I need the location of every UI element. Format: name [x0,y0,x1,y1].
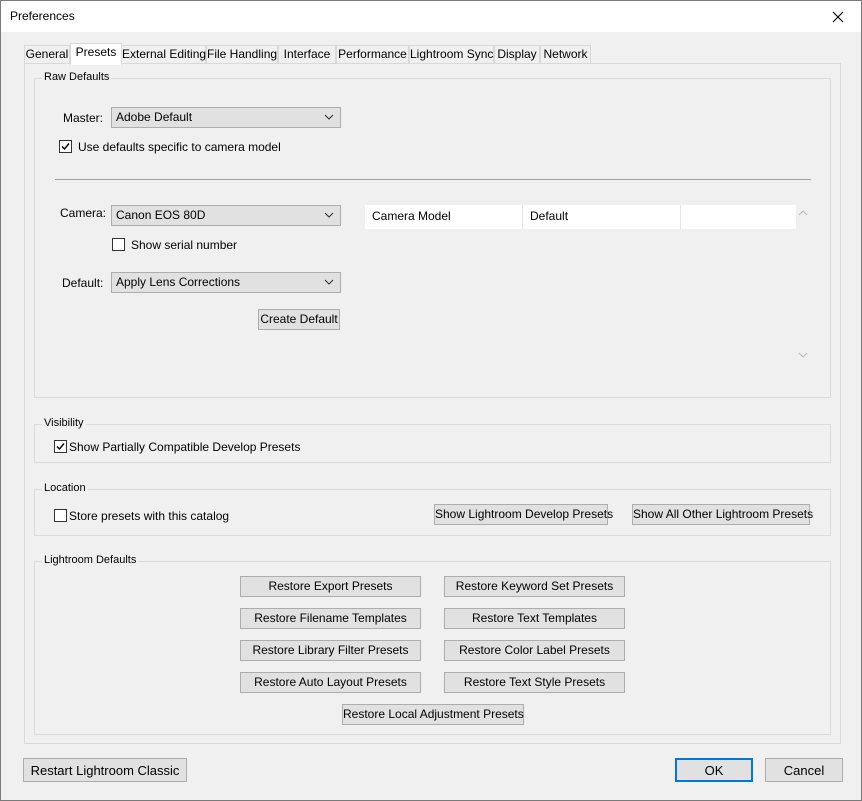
restore-keyword-set-presets-button[interactable]: Restore Keyword Set Presets [444,576,625,597]
tab-external-editing[interactable]: External Editing [121,45,206,64]
camera-dropdown[interactable]: Canon EOS 80D [111,205,341,226]
use-camera-defaults-label: Use defaults specific to camera model [78,140,281,154]
close-icon [832,11,844,22]
chevron-down-icon [324,114,334,120]
chevron-down-icon [324,279,334,285]
scroll-up-icon[interactable] [798,209,808,217]
tab-file-handling[interactable]: File Handling [206,45,278,64]
show-develop-presets-button[interactable]: Show Lightroom Develop Presets [434,504,613,525]
master-dropdown[interactable]: Adobe Default [111,107,341,128]
default-dropdown[interactable]: Apply Lens Corrections [111,272,341,293]
restore-color-label-presets-button[interactable]: Restore Color Label Presets [444,640,625,661]
close-button[interactable] [815,1,861,32]
tab-interface[interactable]: Interface [278,45,336,64]
master-label: Master: [63,111,104,125]
chevron-down-icon [324,212,334,218]
create-default-button[interactable]: Create Default [258,309,340,330]
restore-export-presets-button[interactable]: Restore Export Presets [240,576,421,597]
lightroom-defaults-label: Lightroom Defaults [42,554,139,566]
preferences-dialog: Preferences General Presets External Edi… [0,0,862,801]
tab-display[interactable]: Display [494,45,540,64]
store-presets-checkbox[interactable] [54,509,67,522]
raw-defaults-label: Raw Defaults [42,71,112,83]
location-label: Location [42,482,88,494]
restore-text-style-presets-button[interactable]: Restore Text Style Presets [444,672,625,693]
restore-auto-layout-presets-button[interactable]: Restore Auto Layout Presets [240,672,421,693]
ok-button[interactable]: OK [675,758,753,782]
checkmark-icon [61,143,70,151]
table-scrollbar[interactable] [796,205,810,365]
show-serial-label: Show serial number [131,238,238,252]
show-partially-compatible-label: Show Partially Compatible Develop Preset… [69,440,301,454]
cancel-button[interactable]: Cancel [765,758,843,782]
column-header-camera-model[interactable]: Camera Model [365,205,523,229]
show-partially-compatible-checkbox[interactable] [54,440,67,453]
tab-performance[interactable]: Performance [336,45,409,64]
store-presets-label: Store presets with this catalog [69,509,230,523]
restore-text-templates-button[interactable]: Restore Text Templates [444,608,625,629]
restore-filename-templates-button[interactable]: Restore Filename Templates [240,608,421,629]
restore-local-adjustment-presets-button[interactable]: Restore Local Adjustment Presets [342,704,524,725]
default-value: Apply Lens Corrections [116,275,241,289]
title-bar: Preferences [1,1,861,32]
default-label: Default: [62,276,104,290]
column-header-default[interactable]: Default [523,205,681,229]
restart-lightroom-button[interactable]: Restart Lightroom Classic [23,758,187,782]
scroll-down-icon[interactable] [798,351,808,359]
show-serial-checkbox[interactable] [112,238,125,251]
restore-library-filter-presets-button[interactable]: Restore Library Filter Presets [240,640,421,661]
tab-network[interactable]: Network [540,45,591,64]
tab-general[interactable]: General [24,45,70,64]
table-header: Camera Model Default [365,205,796,229]
window-title: Preferences [10,9,75,23]
camera-label: Camera: [60,206,107,220]
checkmark-icon [56,443,65,451]
visibility-label: Visibility [42,417,86,429]
camera-value: Canon EOS 80D [116,208,206,222]
tab-presets[interactable]: Presets [70,43,122,65]
tab-lightroom-sync[interactable]: Lightroom Sync [409,45,494,64]
use-camera-defaults-checkbox[interactable] [59,140,72,153]
separator [55,179,811,180]
camera-defaults-table[interactable]: Camera Model Default [365,205,810,365]
master-value: Adobe Default [116,110,193,124]
show-other-presets-button[interactable]: Show All Other Lightroom Presets [632,504,813,525]
